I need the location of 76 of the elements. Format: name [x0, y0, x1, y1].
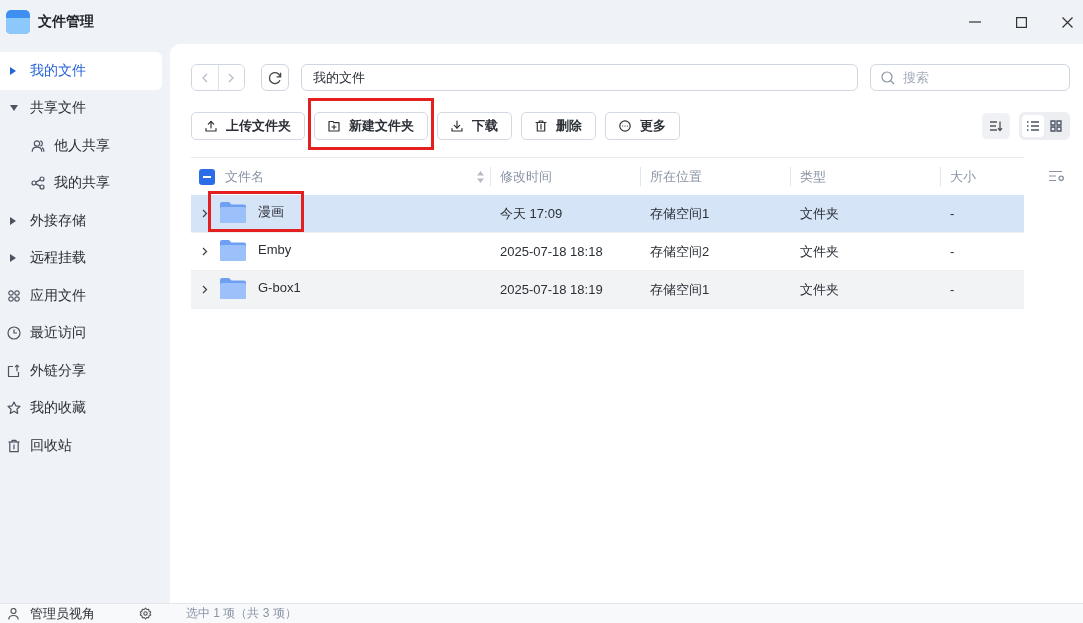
- upload-icon: [205, 120, 217, 132]
- sort-button[interactable]: [982, 113, 1010, 139]
- table-cell-text: 2025-07-18 18:19: [499, 281, 604, 299]
- folder-app-icon: [6, 10, 30, 34]
- caret-right-icon[interactable]: [10, 254, 16, 263]
- select-all-checkbox[interactable]: [199, 168, 215, 185]
- sidebar-item[interactable]: 回收站: [0, 427, 162, 465]
- column-settings-icon[interactable]: [1048, 170, 1066, 182]
- chevron-right-icon[interactable]: [202, 209, 208, 218]
- search-icon: [881, 70, 895, 85]
- sidebar-item[interactable]: 共享文件: [0, 89, 162, 127]
- folder-icon: [220, 238, 246, 261]
- download-button[interactable]: 下载: [437, 112, 512, 140]
- folder-icon: [220, 276, 246, 299]
- chevron-right-icon[interactable]: [202, 285, 208, 294]
- table-cell-text: 存储空间2: [649, 242, 711, 261]
- star-icon: [7, 401, 21, 416]
- sidebar-item[interactable]: 最近访问: [0, 314, 162, 352]
- list-icon: [1025, 120, 1040, 132]
- caret-right-icon[interactable]: [10, 216, 16, 225]
- download-icon: [451, 120, 463, 132]
- sort-icon: [989, 120, 1003, 132]
- new-folder-button[interactable]: 新建文件夹: [314, 112, 428, 140]
- more-icon: [619, 120, 631, 132]
- sidebar-item[interactable]: 我的文件: [0, 52, 162, 90]
- table-cell-text: 存储空间1: [649, 280, 711, 299]
- grid-icon: [1050, 120, 1063, 132]
- table-cell-text: -: [949, 243, 956, 261]
- table-cell-text: 文件夹: [799, 204, 840, 223]
- caret-right-icon[interactable]: [10, 66, 16, 75]
- sidebar-item[interactable]: 我的收藏: [0, 389, 162, 427]
- sidebar-item[interactable]: 他人共享: [0, 127, 162, 165]
- trash-icon: [7, 438, 21, 453]
- upload-folder-button[interactable]: 上传文件夹: [191, 112, 305, 140]
- table-cell-text: 今天 17:09: [499, 204, 564, 223]
- table-cell-text: 文件夹: [799, 280, 840, 299]
- clock-icon: [7, 326, 21, 341]
- caret-down-icon[interactable]: [10, 105, 18, 112]
- minimize-icon: [969, 21, 981, 23]
- file-name: 漫画: [258, 202, 284, 221]
- trash-icon: [535, 120, 547, 132]
- chevron-right-icon: [228, 72, 235, 83]
- path-field[interactable]: 我的文件: [301, 64, 858, 91]
- refresh-icon: [268, 70, 282, 85]
- maximize-icon: [1015, 16, 1027, 28]
- table-cell-text: -: [949, 281, 956, 299]
- role-label[interactable]: 管理员视角: [30, 604, 95, 623]
- sidebar-item[interactable]: 我的共享: [0, 164, 162, 202]
- selection-count: 选中 1 项（共 3 项）: [185, 605, 297, 622]
- file-name: Emby: [258, 242, 292, 257]
- file-row[interactable]: G-box1 2025-07-18 18:19 存储空间1 文件夹 -: [191, 271, 1024, 309]
- sidebar-item[interactable]: 外链分享: [0, 352, 162, 390]
- list-view-button[interactable]: [1022, 115, 1044, 137]
- command-icon: [7, 288, 21, 303]
- settings-icon[interactable]: [139, 607, 152, 620]
- share-icon: [31, 176, 45, 191]
- box-arrow-icon: [7, 363, 21, 378]
- sidebar-item[interactable]: 应用文件: [0, 277, 162, 315]
- folder-icon: [220, 200, 246, 223]
- table-cell-text: -: [949, 205, 956, 223]
- file-name: G-box1: [258, 280, 301, 295]
- table-cell-text: 2025-07-18 18:18: [499, 243, 604, 261]
- refresh-button[interactable]: [261, 64, 289, 91]
- sidebar-item[interactable]: 远程挂载: [0, 239, 162, 277]
- folder-plus-icon: [328, 120, 340, 132]
- more-button[interactable]: 更多: [605, 112, 680, 140]
- people-icon: [31, 138, 45, 153]
- close-icon: [1061, 16, 1073, 28]
- sidebar-item[interactable]: 外接存储: [0, 202, 162, 240]
- window-title: 文件管理: [38, 13, 94, 31]
- table-cell-text: 文件夹: [799, 242, 840, 261]
- user-icon: [8, 607, 19, 620]
- delete-button[interactable]: 删除: [521, 112, 596, 140]
- chevron-left-icon: [201, 72, 208, 83]
- table-cell-text: 存储空间1: [649, 204, 711, 223]
- chevron-right-icon[interactable]: [202, 247, 208, 256]
